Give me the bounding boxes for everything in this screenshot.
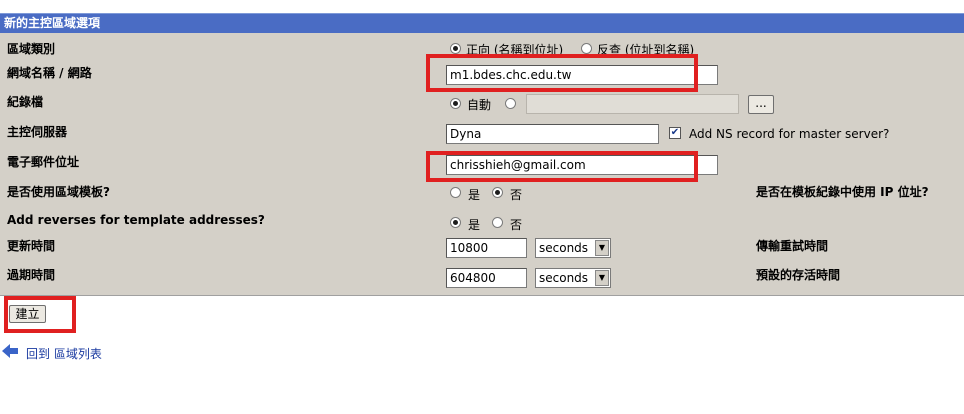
browse-button[interactable]: ... xyxy=(748,95,774,114)
email-label: 電子郵件位址 xyxy=(7,155,80,169)
refresh-unit-select[interactable]: seconds ▼ xyxy=(535,238,611,258)
use-template-no-label: 否 xyxy=(510,188,523,202)
expire-unit-select[interactable]: seconds ▼ xyxy=(535,268,611,288)
add-reverses-yes-label: 是 xyxy=(468,218,481,232)
add-reverses-no-radio[interactable] xyxy=(492,217,503,228)
chevron-down-icon[interactable]: ▼ xyxy=(595,240,609,256)
domain-highlight xyxy=(426,54,698,92)
records-file-input[interactable] xyxy=(526,94,739,114)
retry-label: 傳輸重試時間 xyxy=(756,239,829,253)
zone-type-label: 區域類別 xyxy=(7,42,56,56)
create-button-highlight xyxy=(4,296,76,333)
zone-type-reverse-radio[interactable] xyxy=(581,43,592,54)
records-file-auto-radio[interactable] xyxy=(450,98,461,109)
add-reverses-no-label: 否 xyxy=(510,218,523,232)
records-file-auto-label: 自動 xyxy=(467,98,492,112)
use-template-yes-radio[interactable] xyxy=(450,187,461,198)
refresh-unit-value: seconds xyxy=(539,241,589,255)
expire-input[interactable]: 604800 xyxy=(446,268,527,288)
expire-label: 過期時間 xyxy=(7,268,56,282)
use-template-label: 是否使用區域模板? xyxy=(7,185,110,199)
zone-type-forward-radio[interactable] xyxy=(450,43,461,54)
template-ip-label: 是否在模板紀錄中使用 IP 位址? xyxy=(756,185,929,199)
records-file-label: 紀錄檔 xyxy=(7,95,44,109)
add-reverses-yes-radio[interactable] xyxy=(450,217,461,228)
section-header: 新的主控區域選項 xyxy=(0,13,964,33)
records-file-custom-radio[interactable] xyxy=(505,98,516,109)
domain-label: 網域名稱 / 網路 xyxy=(7,66,92,80)
use-template-yes-label: 是 xyxy=(468,188,481,202)
top-margin xyxy=(0,0,964,13)
ttl-label: 預設的存活時間 xyxy=(756,268,841,282)
master-server-label: 主控伺服器 xyxy=(7,125,68,139)
back-to-zone-list-link[interactable]: 回到 區域列表 xyxy=(26,345,102,362)
email-highlight xyxy=(426,151,698,182)
ns-record-label: Add NS record for master server? xyxy=(689,127,890,141)
master-server-input[interactable]: Dyna xyxy=(446,124,659,144)
use-template-no-radio[interactable] xyxy=(492,187,503,198)
chevron-down-icon[interactable]: ▼ xyxy=(595,270,609,286)
ns-record-checkbox[interactable]: ✔ xyxy=(669,127,681,139)
refresh-input[interactable]: 10800 xyxy=(446,238,527,258)
back-arrow-icon[interactable] xyxy=(2,344,18,358)
expire-unit-value: seconds xyxy=(539,271,589,285)
add-reverses-label: Add reverses for template addresses? xyxy=(7,213,265,227)
refresh-label: 更新時間 xyxy=(7,239,56,253)
